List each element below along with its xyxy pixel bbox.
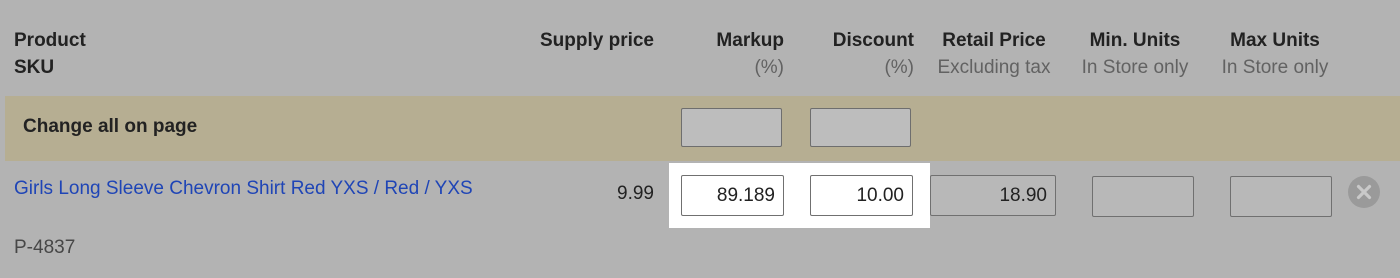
header-discount-label: Discount	[832, 30, 914, 51]
change-all-markup-input[interactable]	[681, 108, 782, 147]
header-retail-price-label: Retail Price	[942, 30, 1046, 51]
product-sku: P-4837	[14, 237, 76, 258]
discount-input[interactable]	[810, 175, 913, 216]
remove-row-button[interactable]	[1348, 176, 1380, 208]
change-all-label: Change all on page	[23, 116, 198, 137]
header-min-units-sub: In Store only	[1081, 57, 1189, 78]
header-discount-unit: (%)	[884, 57, 914, 78]
markup-input[interactable]	[681, 175, 784, 216]
header-sku-label: SKU	[14, 57, 55, 78]
header-max-units-sub: In Store only	[1221, 57, 1329, 78]
header-markup: Markup (%)	[716, 27, 784, 81]
header-markup-label: Markup	[716, 30, 784, 51]
header-min-units: Min. Units In Store only	[1068, 27, 1202, 81]
header-retail-price: Retail Price Excluding tax	[924, 27, 1064, 81]
close-circle-icon	[1356, 184, 1372, 200]
header-supply-price-label: Supply price	[539, 30, 654, 51]
change-all-discount-input[interactable]	[810, 108, 911, 147]
header-markup-unit: (%)	[754, 57, 784, 78]
header-product-label: Product	[14, 30, 86, 51]
max-units-input[interactable]	[1230, 176, 1332, 217]
header-discount: Discount (%)	[833, 27, 914, 81]
header-min-units-label: Min. Units	[1089, 30, 1181, 51]
header-max-units-label: Max Units	[1230, 30, 1320, 51]
change-all-row: Change all on page	[5, 96, 1400, 161]
supply-price-value: 9.99	[617, 183, 654, 204]
header-max-units: Max Units In Store only	[1208, 27, 1342, 81]
header-retail-price-sub: Excluding tax	[937, 57, 1051, 78]
product-name-link[interactable]: Girls Long Sleeve Chevron Shirt Red YXS …	[14, 175, 484, 202]
min-units-input[interactable]	[1092, 176, 1194, 217]
retail-price-input[interactable]	[930, 175, 1056, 216]
header-supply-price: Supply price	[540, 27, 654, 54]
header-product: Product SKU	[14, 27, 86, 81]
